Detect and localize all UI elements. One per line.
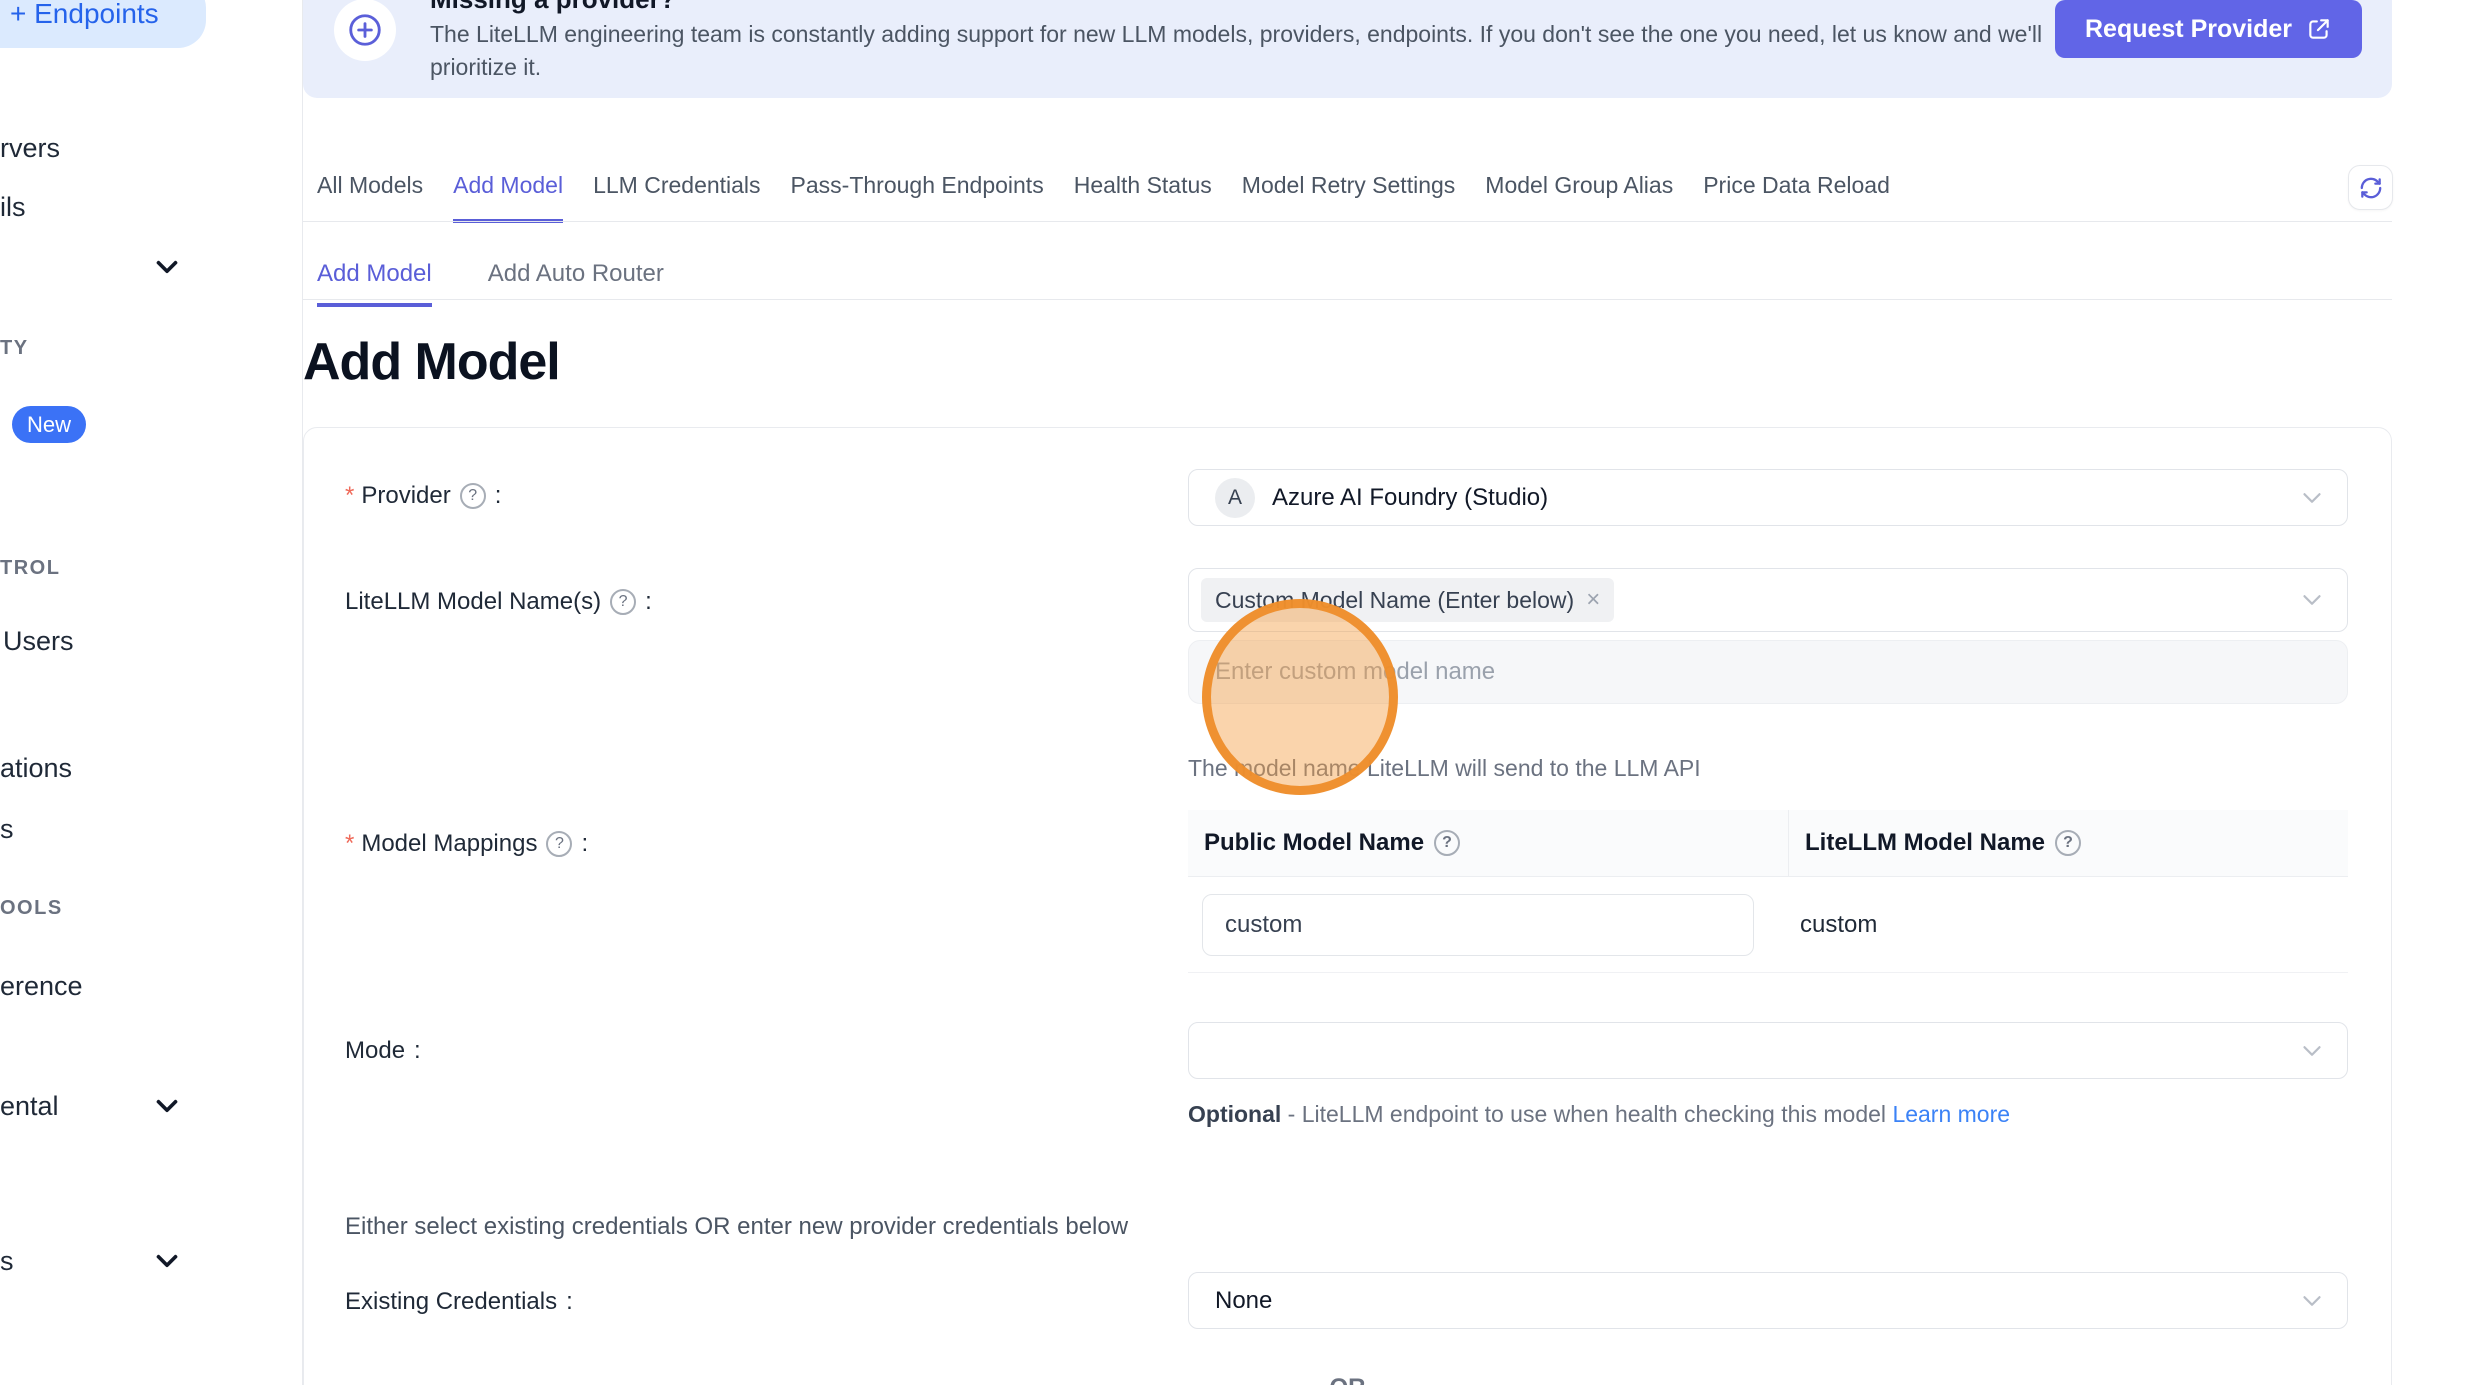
chevron-down-icon[interactable]	[150, 1089, 184, 1123]
tabs-divider	[303, 221, 2392, 222]
or-separator: OR	[303, 1374, 2392, 1385]
page-title: Add Model	[303, 332, 560, 392]
selected-model-tag: Custom Model Name (Enter below) ×	[1201, 578, 1614, 622]
litellm-model-name-header: LiteLLM Model Name ?	[1788, 810, 2348, 876]
request-provider-label: Request Provider	[2085, 15, 2292, 44]
sidebar-item[interactable]: s	[0, 814, 14, 845]
sidebar: + Endpoints rvers ils TY New TROL Users …	[0, 0, 303, 1385]
provider-select-value: Azure AI Foundry (Studio)	[1272, 484, 1548, 512]
chevron-down-icon	[2297, 1036, 2327, 1066]
chevron-down-icon[interactable]	[150, 1244, 184, 1278]
chevron-down-icon	[2297, 483, 2327, 513]
sidebar-section-header: TROL	[0, 557, 60, 580]
public-model-name-header-text: Public Model Name	[1204, 829, 1424, 857]
provider-label-text: Provider	[361, 482, 450, 510]
model-tabs: All Models Add Model LLM Credentials Pas…	[317, 172, 1890, 223]
help-icon[interactable]: ?	[610, 589, 636, 615]
model-mappings-table: Public Model Name ? LiteLLM Model Name ?…	[1188, 810, 2348, 973]
existing-credentials-value: None	[1215, 1287, 1272, 1315]
sidebar-section-header: OOLS	[0, 897, 63, 920]
external-link-icon	[2306, 16, 2332, 42]
model-mappings-label-text: Model Mappings	[361, 830, 537, 858]
credentials-note: Either select existing credentials OR en…	[345, 1213, 1128, 1241]
sidebar-item-endpoints[interactable]: + Endpoints	[0, 0, 206, 48]
mode-helper-body: - LiteLLM endpoint to use when health ch…	[1281, 1101, 1892, 1127]
provider-label: * Provider ? :	[345, 482, 501, 510]
refresh-icon	[2358, 175, 2384, 201]
litellm-model-name-value: custom	[1800, 911, 1877, 939]
sidebar-item-api-reference[interactable]: erence	[0, 971, 83, 1002]
tab-add-model[interactable]: Add Model	[453, 172, 563, 223]
public-model-name-header: Public Model Name ?	[1188, 810, 1788, 876]
tab-price-data-reload[interactable]: Price Data Reload	[1703, 172, 1890, 223]
new-badge[interactable]: New	[12, 406, 86, 443]
sidebar-section-header: TY	[0, 337, 29, 360]
subtabs-divider	[303, 299, 2392, 300]
missing-provider-banner: Missing a provider? The LiteLLM engineer…	[303, 0, 2392, 98]
chevron-down-icon[interactable]	[150, 250, 184, 284]
label-colon: :	[645, 588, 652, 616]
mode-label-text: Mode	[345, 1037, 405, 1065]
model-names-multiselect[interactable]: Custom Model Name (Enter below) ×	[1188, 568, 2348, 632]
sidebar-item-experimental[interactable]: ental	[0, 1091, 59, 1122]
existing-credentials-label: Existing Credentials :	[345, 1288, 573, 1316]
sidebar-item-organizations[interactable]: ations	[0, 753, 72, 784]
label-colon: :	[566, 1288, 573, 1316]
banner-title: Missing a provider?	[430, 0, 676, 14]
mode-helper-bold: Optional	[1188, 1101, 1281, 1127]
plus-circle-icon	[334, 0, 396, 61]
model-names-label-text: LiteLLM Model Name(s)	[345, 588, 601, 616]
model-mappings-label: * Model Mappings ? :	[345, 830, 588, 858]
help-icon[interactable]: ?	[460, 483, 486, 509]
tab-pass-through-endpoints[interactable]: Pass-Through Endpoints	[791, 172, 1044, 223]
mode-select[interactable]	[1188, 1022, 2348, 1079]
sidebar-item-internal-users[interactable]: Users	[3, 626, 74, 657]
sidebar-item-endpoints-label: + Endpoints	[10, 0, 159, 30]
model-mappings-row: custom	[1188, 877, 2348, 972]
sidebar-item-servers[interactable]: rvers	[0, 133, 60, 164]
sidebar-item-trails[interactable]: ils	[0, 192, 26, 223]
public-model-name-input[interactable]	[1202, 894, 1754, 956]
tab-llm-credentials[interactable]: LLM Credentials	[593, 172, 760, 223]
tab-health-status[interactable]: Health Status	[1074, 172, 1212, 223]
custom-model-helper-text: The model name LiteLLM will send to the …	[1188, 754, 1701, 782]
selected-model-tag-label: Custom Model Name (Enter below)	[1215, 587, 1574, 614]
mode-helper-text: Optional - LiteLLM endpoint to use when …	[1188, 1096, 2018, 1133]
mode-label: Mode :	[345, 1037, 421, 1065]
provider-select[interactable]: A Azure AI Foundry (Studio)	[1188, 469, 2348, 526]
close-icon[interactable]: ×	[1586, 588, 1600, 612]
custom-model-name-input[interactable]	[1188, 640, 2348, 704]
help-icon[interactable]: ?	[1434, 830, 1460, 856]
litellm-model-name-header-text: LiteLLM Model Name	[1805, 829, 2045, 857]
required-mark: *	[345, 482, 354, 510]
existing-credentials-select[interactable]: None	[1188, 1272, 2348, 1329]
refresh-button[interactable]	[2348, 165, 2393, 210]
model-mappings-header: Public Model Name ? LiteLLM Model Name ?	[1188, 810, 2348, 877]
chevron-down-icon	[2297, 585, 2327, 615]
label-colon: :	[581, 830, 588, 858]
learn-more-link[interactable]: Learn more	[1892, 1101, 2010, 1127]
help-icon[interactable]: ?	[2055, 830, 2081, 856]
provider-avatar: A	[1215, 478, 1255, 518]
tab-all-models[interactable]: All Models	[317, 172, 423, 223]
help-icon[interactable]: ?	[546, 831, 572, 857]
label-colon: :	[414, 1037, 421, 1065]
sidebar-item-settings[interactable]: s	[0, 1246, 14, 1277]
tab-model-group-alias[interactable]: Model Group Alias	[1485, 172, 1673, 223]
model-names-label: LiteLLM Model Name(s) ? :	[345, 588, 652, 616]
request-provider-button[interactable]: Request Provider	[2055, 0, 2362, 58]
litellm-admin-screen: + Endpoints rvers ils TY New TROL Users …	[0, 0, 2477, 1385]
chevron-down-icon	[2297, 1286, 2327, 1316]
banner-description: The LiteLLM engineering team is constant…	[430, 18, 2060, 84]
existing-credentials-label-text: Existing Credentials	[345, 1288, 557, 1316]
label-colon: :	[495, 482, 502, 510]
tab-model-retry-settings[interactable]: Model Retry Settings	[1242, 172, 1455, 223]
required-mark: *	[345, 830, 354, 858]
